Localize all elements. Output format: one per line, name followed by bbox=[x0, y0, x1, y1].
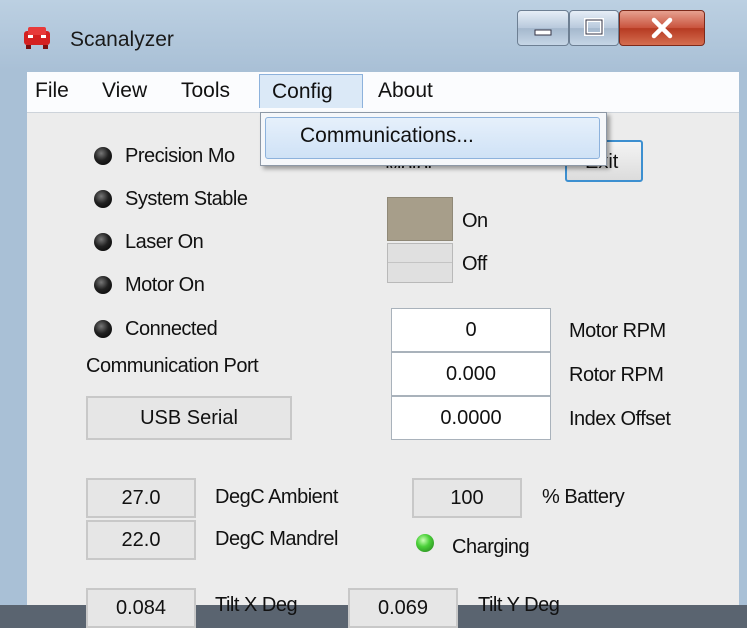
battery-label: % Battery bbox=[542, 486, 625, 508]
communication-port-label: Communication Port bbox=[86, 355, 259, 377]
charging-led bbox=[416, 534, 434, 552]
laser-on-led bbox=[94, 233, 112, 251]
app-window: Scanalyzer File View Tools Config About … bbox=[0, 0, 747, 628]
index-offset-label: Index Offset bbox=[569, 408, 671, 430]
maximize-button[interactable] bbox=[569, 10, 619, 46]
config-dropdown-menu: Communications... bbox=[260, 112, 607, 166]
menu-tools[interactable]: Tools bbox=[181, 74, 230, 108]
minimize-icon bbox=[534, 29, 552, 36]
motor-off-option-label: Off bbox=[462, 253, 487, 275]
menu-file[interactable]: File bbox=[35, 74, 69, 108]
communication-port-value[interactable]: USB Serial bbox=[86, 396, 292, 440]
mandrel-temp-value: 22.0 bbox=[86, 520, 196, 560]
menu-config[interactable]: Config bbox=[259, 74, 363, 108]
index-offset-field[interactable]: 0.0000 bbox=[391, 396, 551, 440]
system-stable-label: System Stable bbox=[125, 188, 248, 210]
tilt-x-label: Tilt X Deg bbox=[215, 594, 298, 616]
tilt-y-label: Tilt Y Deg bbox=[478, 594, 560, 616]
mandrel-temp-label: DegC Mandrel bbox=[215, 528, 338, 550]
tilt-x-value: 0.084 bbox=[86, 588, 196, 628]
close-button[interactable] bbox=[619, 10, 705, 46]
motor-rpm-field[interactable]: 0 bbox=[391, 308, 551, 352]
communications-menu-item-label: Communications... bbox=[300, 124, 474, 147]
menu-view[interactable]: View bbox=[102, 74, 147, 108]
tilt-y-value: 0.069 bbox=[348, 588, 458, 628]
menu-bar: File View Tools Config About bbox=[27, 72, 739, 113]
motor-on-label: Motor On bbox=[125, 274, 205, 296]
rotor-rpm-field[interactable]: 0.000 bbox=[391, 352, 551, 396]
scanner-icon bbox=[24, 27, 50, 49]
close-icon bbox=[651, 17, 673, 39]
motor-on-option-label: On bbox=[462, 210, 488, 232]
motor-off-switch[interactable] bbox=[387, 243, 453, 283]
laser-on-label: Laser On bbox=[125, 231, 204, 253]
menu-about[interactable]: About bbox=[378, 74, 433, 108]
title-bar[interactable]: Scanalyzer bbox=[0, 0, 747, 72]
battery-value: 100 bbox=[412, 478, 522, 518]
precision-mode-label: Precision Mo bbox=[125, 145, 235, 167]
ambient-temp-value: 27.0 bbox=[86, 478, 196, 518]
system-stable-led bbox=[94, 190, 112, 208]
connected-led bbox=[94, 320, 112, 338]
ambient-temp-label: DegC Ambient bbox=[215, 486, 338, 508]
window-title: Scanalyzer bbox=[70, 28, 174, 51]
maximize-icon bbox=[584, 18, 604, 36]
precision-mode-led bbox=[94, 147, 112, 165]
connected-label: Connected bbox=[125, 318, 218, 340]
charging-label: Charging bbox=[452, 536, 530, 558]
minimize-button[interactable] bbox=[517, 10, 569, 46]
rotor-rpm-label: Rotor RPM bbox=[569, 364, 664, 386]
communications-menu-item[interactable]: Communications... bbox=[265, 117, 600, 159]
motor-on-switch[interactable] bbox=[387, 197, 453, 241]
motor-rpm-label: Motor RPM bbox=[569, 320, 666, 342]
motor-on-led bbox=[94, 276, 112, 294]
